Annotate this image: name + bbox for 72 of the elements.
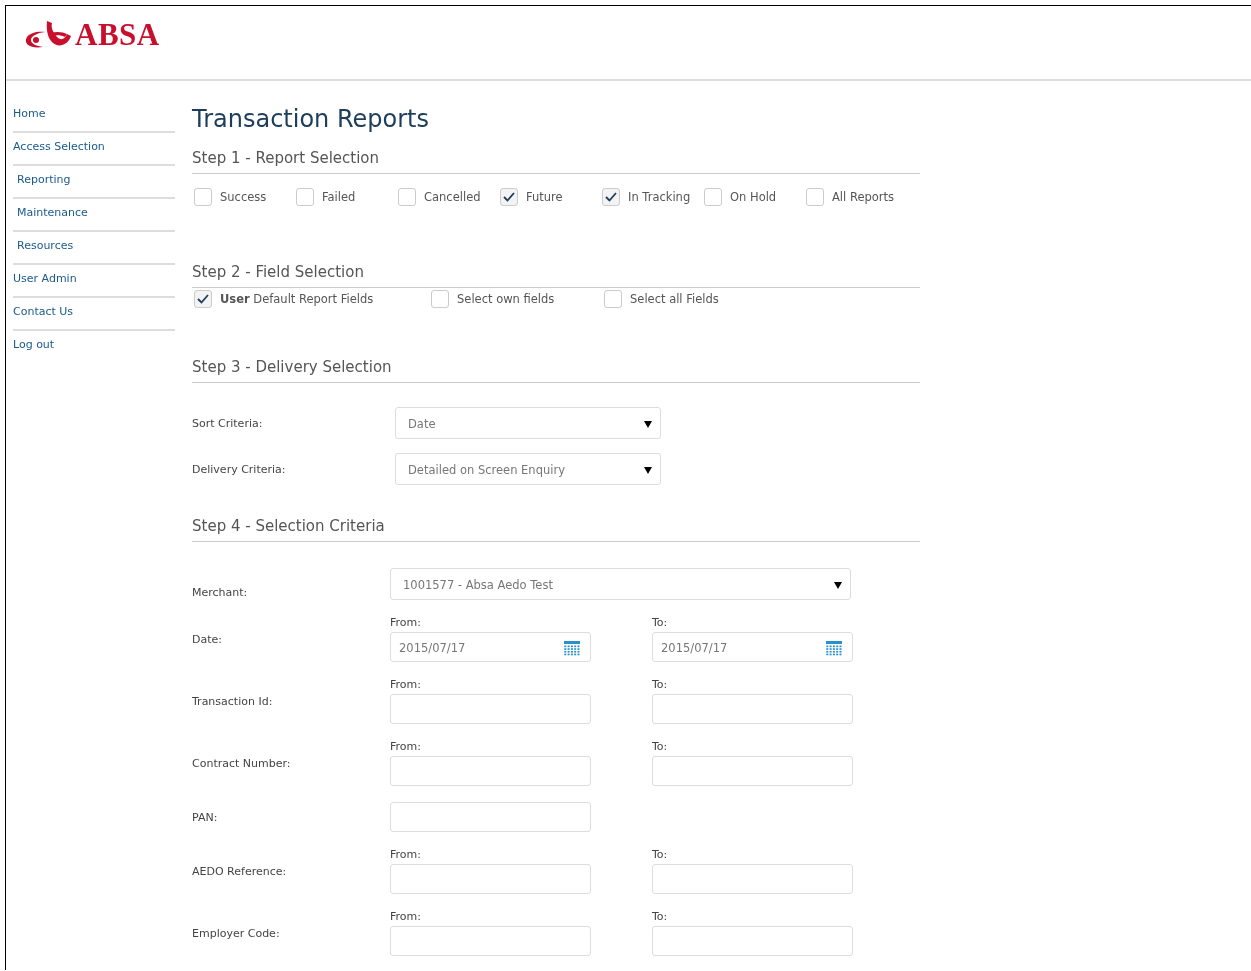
input-field[interactable] — [652, 756, 853, 786]
checkbox[interactable] — [431, 290, 449, 308]
field-label: To: — [652, 910, 669, 923]
checkbox[interactable] — [604, 290, 622, 308]
section-heading: Step 2 - Field Selection — [192, 263, 920, 288]
input-field[interactable] — [390, 802, 591, 832]
input-field[interactable] — [652, 694, 853, 724]
checkbox-label: On Hold — [730, 190, 777, 204]
dropdown[interactable]: Detailed on Screen Enquiry — [395, 453, 661, 485]
field-label: To: — [652, 616, 669, 629]
field-label: Date: — [192, 632, 223, 646]
dropdown[interactable]: 1001577 - Absa Aedo Test — [390, 568, 851, 600]
input-field[interactable] — [390, 864, 591, 894]
input-field[interactable] — [390, 756, 591, 786]
checkbox-label: In Tracking — [628, 190, 691, 204]
page-title: Transaction Reports — [192, 105, 430, 135]
checkbox[interactable] — [194, 188, 212, 206]
field-label: Sort Criteria: — [192, 416, 264, 430]
sidebar-link[interactable]: User Admin — [13, 266, 175, 298]
section-heading: Step 4 - Selection Criteria — [192, 517, 920, 542]
field-label: Merchant: — [192, 585, 249, 599]
section-heading: Step 3 - Delivery Selection — [192, 358, 920, 383]
checkbox-label: All Reports — [832, 190, 895, 204]
caret-icon — [644, 466, 652, 474]
field-label: Transaction Id: — [192, 694, 274, 708]
input-field[interactable] — [652, 864, 853, 894]
field-label: From: — [390, 848, 422, 861]
calendar-icon[interactable] — [826, 640, 842, 656]
checkbox[interactable] — [602, 188, 620, 206]
input-field[interactable] — [390, 694, 591, 724]
checkbox-label: User Default Report Fields — [220, 292, 374, 306]
checkbox[interactable] — [704, 188, 722, 206]
calendar-icon[interactable] — [564, 640, 580, 656]
field-label: AEDO Reference: — [192, 864, 288, 878]
field-label: From: — [390, 616, 422, 629]
checkbox-label: Cancelled — [424, 190, 481, 204]
field-label: Employer Code: — [192, 926, 281, 940]
field-label: To: — [652, 740, 669, 753]
checkbox[interactable] — [194, 290, 212, 308]
section-heading: Step 1 - Report Selection — [192, 149, 920, 174]
field-label: Delivery Criteria: — [192, 462, 287, 476]
input-field[interactable]: 2015/07/17 — [390, 632, 591, 662]
field-label: PAN: — [192, 810, 219, 824]
input-field[interactable] — [390, 926, 591, 956]
input-field[interactable] — [652, 926, 853, 956]
checkbox[interactable] — [398, 188, 416, 206]
checkbox[interactable] — [500, 188, 518, 206]
checkbox-label: Failed — [322, 190, 356, 204]
field-label: Contract Number: — [192, 756, 292, 770]
field-label: To: — [652, 848, 669, 861]
input-field[interactable]: 2015/07/17 — [652, 632, 853, 662]
caret-icon — [834, 581, 842, 589]
sidebar-link[interactable]: Contact Us — [13, 299, 175, 331]
field-label: From: — [390, 740, 422, 753]
field-label: From: — [390, 910, 422, 923]
checkbox-label: Future — [526, 190, 563, 204]
sidebar-link[interactable]: Maintenance — [13, 200, 175, 232]
sidebar-link[interactable]: Home — [13, 101, 175, 133]
checkbox-label: Select own fields — [457, 292, 555, 306]
checkbox-label: Success — [220, 190, 267, 204]
sidebar-link[interactable]: Reporting — [13, 167, 175, 199]
sidebar-link[interactable]: Access Selection — [13, 134, 175, 166]
checkbox[interactable] — [296, 188, 314, 206]
logo-text: ABSA — [75, 16, 160, 53]
field-label: From: — [390, 678, 422, 691]
checkbox-label: Select all Fields — [630, 292, 719, 306]
caret-icon — [644, 420, 652, 428]
sidebar-link[interactable]: Resources — [13, 233, 175, 265]
dropdown[interactable]: Date — [395, 407, 661, 439]
field-label: To: — [652, 678, 669, 691]
sidebar-link[interactable]: Log out — [13, 332, 175, 364]
checkbox[interactable] — [806, 188, 824, 206]
